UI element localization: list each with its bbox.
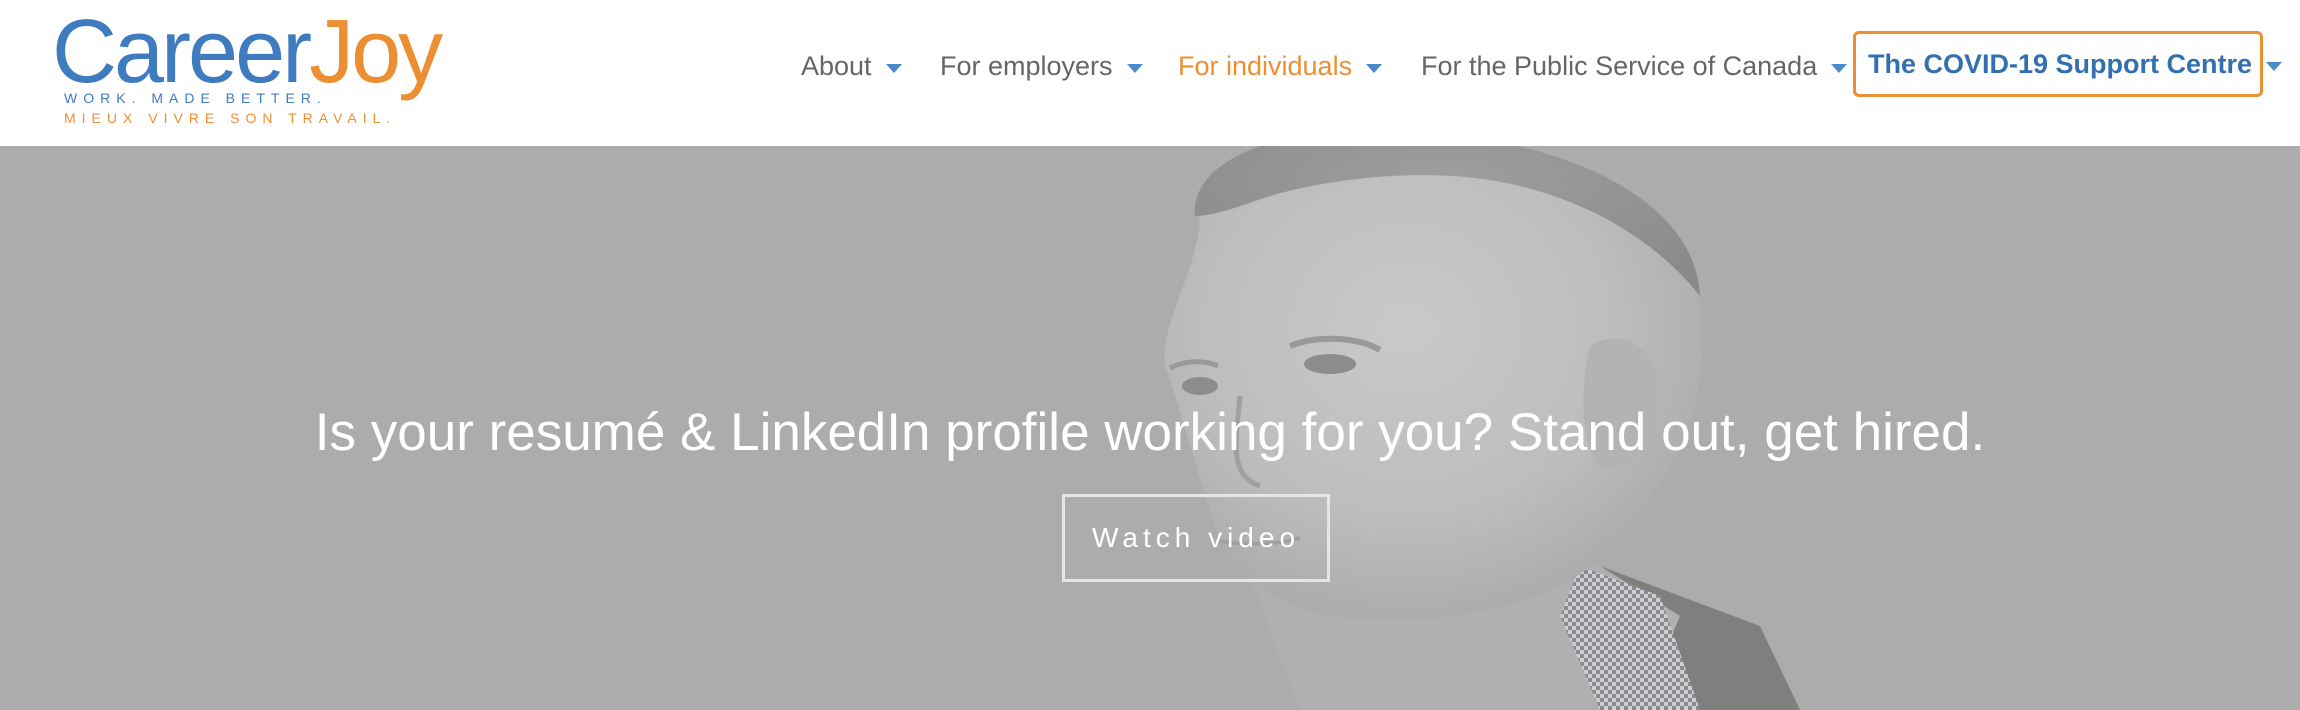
nav-item-label: For employers	[940, 50, 1113, 81]
nav-item-label: The COVID-19 Support Centre	[1868, 48, 2253, 79]
caret-down-icon	[2266, 61, 2283, 71]
nav-item-for-individuals[interactable]: For individuals	[1178, 44, 1383, 88]
hero-headline: Is your resumé & LinkedIn profile workin…	[314, 403, 1986, 462]
nav-item-label: About	[801, 50, 872, 81]
nav-item-label: For individuals	[1178, 50, 1353, 81]
site-header: CareerJoy WORK. MADE BETTER. MIEUX VIVRE…	[0, 0, 2300, 146]
nav-item-covid-support-centre[interactable]: The COVID-19 Support Centre	[1853, 31, 2283, 97]
nav-item-label: For the Public Service of Canada	[1421, 50, 1818, 81]
watch-video-button[interactable]: Watch video	[1062, 494, 1330, 582]
caret-down-icon	[1126, 63, 1143, 73]
caret-down-icon	[1831, 63, 1848, 73]
main-nav: About For employers For individuals For …	[0, 0, 2300, 130]
caret-down-icon	[885, 63, 902, 73]
nav-item-about[interactable]: About	[801, 44, 902, 88]
caret-down-icon	[1366, 63, 1383, 73]
hero-banner: Is your resumé & LinkedIn profile workin…	[0, 146, 2300, 710]
nav-item-for-employers[interactable]: For employers	[940, 44, 1143, 88]
nav-item-public-service[interactable]: For the Public Service of Canada	[1421, 44, 1848, 88]
